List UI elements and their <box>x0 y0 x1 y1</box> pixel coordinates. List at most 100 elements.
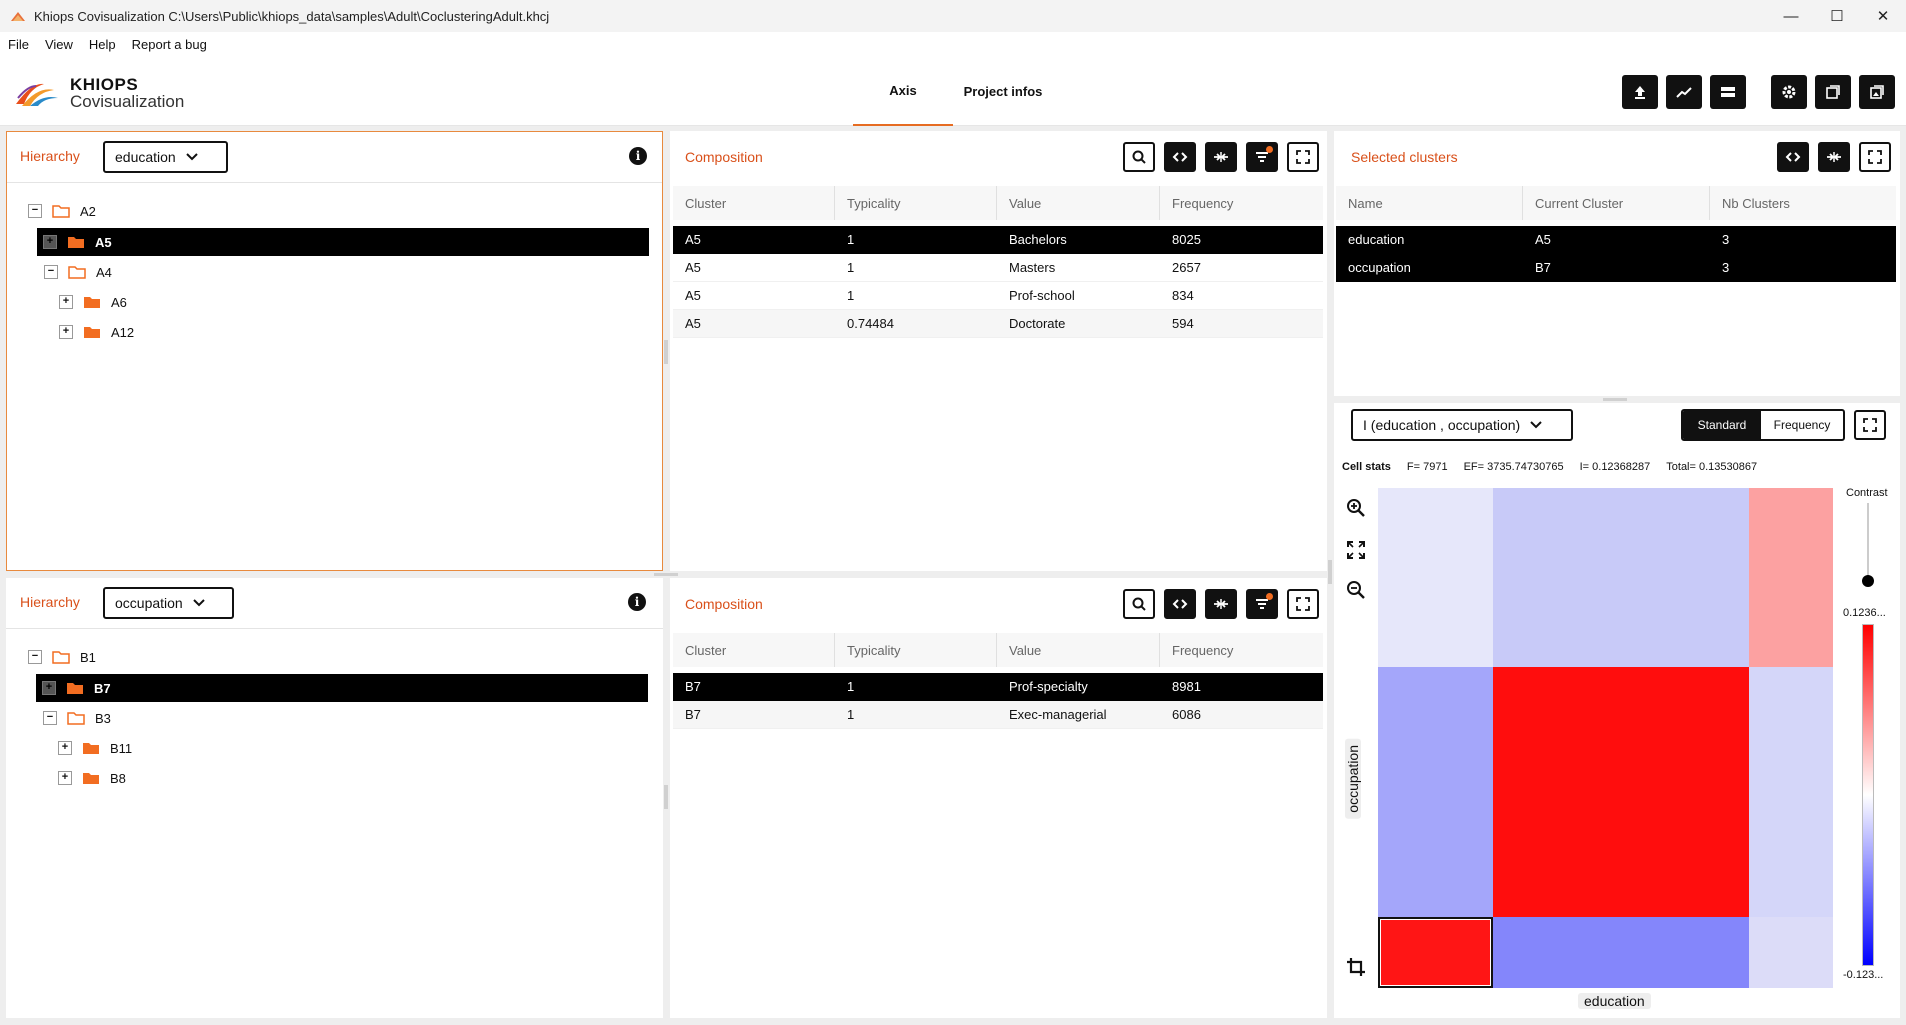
expand-columns-button[interactable] <box>1777 142 1809 172</box>
gallery-button[interactable] <box>1859 75 1895 109</box>
logo-title: KHIOPS <box>70 75 139 94</box>
menu-file[interactable]: File <box>8 37 29 52</box>
expand-toggle[interactable]: + <box>58 771 72 785</box>
search-button[interactable] <box>1123 589 1155 619</box>
column-header[interactable]: Name <box>1336 186 1523 220</box>
column-header[interactable]: Frequency <box>1160 633 1323 667</box>
table-row[interactable]: occupation B7 3 <box>1336 254 1896 282</box>
matrix-cell[interactable] <box>1378 917 1493 988</box>
column-header[interactable]: Frequency <box>1160 186 1323 220</box>
hierarchy-select[interactable]: occupation <box>103 587 234 619</box>
horizontal-splitter-handle[interactable] <box>1603 398 1627 401</box>
tree-node[interactable]: − B1 <box>28 643 648 671</box>
crop-icon[interactable] <box>1345 956 1367 978</box>
tree-node-selected[interactable]: + A5 <box>37 228 649 256</box>
tab-project-infos[interactable]: Project infos <box>953 56 1053 126</box>
contrast-slider-handle[interactable] <box>1862 575 1874 587</box>
expand-toggle[interactable]: + <box>59 295 73 309</box>
zoom-out-icon[interactable] <box>1345 579 1367 601</box>
matrix-cell[interactable] <box>1749 917 1833 988</box>
column-header[interactable]: Cluster <box>673 633 835 667</box>
matrix-cell[interactable] <box>1493 917 1749 988</box>
chart-line-button[interactable] <box>1666 75 1702 109</box>
filter-active-dot <box>1266 593 1273 600</box>
table-row[interactable]: A5 0.74484 Doctorate 594 <box>673 310 1323 338</box>
filter-button[interactable] <box>1246 142 1278 172</box>
expand-columns-button[interactable] <box>1164 589 1196 619</box>
matrix-cell[interactable] <box>1749 667 1833 917</box>
collapse-toggle[interactable]: − <box>28 650 42 664</box>
matrix-mode-toggle: Standard Frequency <box>1681 409 1845 441</box>
contrast-slider-track[interactable] <box>1867 503 1869 583</box>
hierarchy-select[interactable]: education <box>103 141 228 173</box>
menu-view[interactable]: View <box>45 37 73 52</box>
column-header[interactable]: Value <box>997 633 1160 667</box>
collapse-toggle[interactable]: − <box>43 711 57 725</box>
table-row[interactable]: B7 1 Prof-specialty 8981 <box>673 673 1323 701</box>
tree-node-selected[interactable]: + B7 <box>36 674 648 702</box>
upload-button[interactable] <box>1622 75 1658 109</box>
maximize-button[interactable]: ☐ <box>1814 0 1860 32</box>
expand-toggle[interactable]: + <box>59 325 73 339</box>
info-icon[interactable]: i <box>628 593 646 611</box>
column-header[interactable]: Current Cluster <box>1523 186 1710 220</box>
table-row[interactable]: B7 1 Exec-managerial 6086 <box>673 701 1323 729</box>
new-window-button[interactable] <box>1815 75 1851 109</box>
table-row[interactable]: A5 1 Masters 2657 <box>673 254 1323 282</box>
vertical-splitter-handle[interactable] <box>664 785 668 809</box>
tree-node[interactable]: + B8 <box>58 764 638 792</box>
tree-node[interactable]: − B3 <box>43 704 643 732</box>
mode-standard-button[interactable]: Standard <box>1683 411 1761 439</box>
tree-node[interactable]: + A6 <box>59 288 639 316</box>
matrix-cell[interactable] <box>1749 488 1833 667</box>
table-row[interactable]: education A5 3 <box>1336 226 1896 254</box>
menu-report-bug[interactable]: Report a bug <box>132 37 207 52</box>
collapse-toggle[interactable]: − <box>44 265 58 279</box>
layout-button[interactable] <box>1710 75 1746 109</box>
fit-screen-icon[interactable] <box>1345 539 1367 561</box>
expand-toggle[interactable]: + <box>42 681 56 695</box>
zoom-in-icon[interactable] <box>1345 497 1367 519</box>
compress-columns-button[interactable] <box>1818 142 1850 172</box>
matrix-cell[interactable] <box>1493 488 1749 667</box>
column-header[interactable]: Nb Clusters <box>1710 186 1896 220</box>
expand-toggle[interactable]: + <box>58 741 72 755</box>
fullscreen-button[interactable] <box>1859 142 1891 172</box>
fullscreen-button[interactable] <box>1854 410 1886 440</box>
matrix-cell[interactable] <box>1378 667 1493 917</box>
cell-current-cluster: B7 <box>1535 260 1551 275</box>
tree-node[interactable]: + A12 <box>59 318 639 346</box>
tab-axis[interactable]: Axis <box>853 56 953 126</box>
column-header[interactable]: Typicality <box>835 186 997 220</box>
table-row[interactable]: A5 1 Bachelors 8025 <box>673 226 1323 254</box>
vertical-splitter-handle[interactable] <box>664 340 668 364</box>
matrix-cell[interactable] <box>1493 667 1749 917</box>
expand-toggle[interactable]: + <box>43 235 57 249</box>
code-brackets-icon <box>1785 152 1801 162</box>
table-row[interactable]: A5 1 Prof-school 834 <box>673 282 1323 310</box>
settings-button[interactable] <box>1771 75 1807 109</box>
collapse-toggle[interactable]: − <box>28 204 42 218</box>
column-header[interactable]: Cluster <box>673 186 835 220</box>
tree-node[interactable]: − A4 <box>44 258 644 286</box>
tree-node[interactable]: − A2 <box>28 197 648 225</box>
close-button[interactable]: ✕ <box>1860 0 1906 32</box>
minimize-button[interactable]: — <box>1768 0 1814 32</box>
column-header[interactable]: Value <box>997 186 1160 220</box>
filter-button[interactable] <box>1246 589 1278 619</box>
vertical-splitter-handle[interactable] <box>1328 560 1332 584</box>
compress-columns-button[interactable] <box>1205 589 1237 619</box>
expand-columns-button[interactable] <box>1164 142 1196 172</box>
search-button[interactable] <box>1123 142 1155 172</box>
tree-node[interactable]: + B11 <box>58 734 638 762</box>
fullscreen-button[interactable] <box>1287 142 1319 172</box>
menu-help[interactable]: Help <box>89 37 116 52</box>
matrix-cell[interactable] <box>1378 488 1493 667</box>
mode-frequency-button[interactable]: Frequency <box>1761 411 1843 439</box>
fullscreen-button[interactable] <box>1287 589 1319 619</box>
horizontal-splitter-handle[interactable] <box>654 573 678 576</box>
matrix-type-select[interactable]: I (education , occupation) <box>1351 409 1573 441</box>
column-header[interactable]: Typicality <box>835 633 997 667</box>
compress-columns-button[interactable] <box>1205 142 1237 172</box>
info-icon[interactable]: i <box>629 147 647 165</box>
